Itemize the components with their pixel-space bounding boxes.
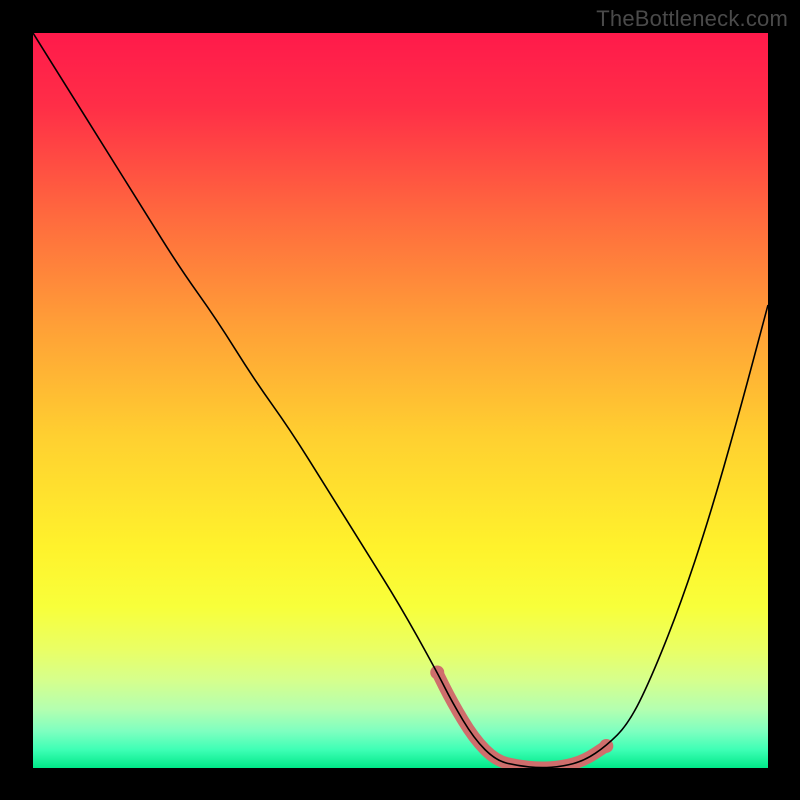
watermark-text: TheBottleneck.com bbox=[596, 6, 788, 32]
bottleneck-curve bbox=[33, 33, 768, 768]
plot-area bbox=[33, 33, 768, 768]
chart-frame: TheBottleneck.com bbox=[0, 0, 800, 800]
curve-layer bbox=[33, 33, 768, 768]
